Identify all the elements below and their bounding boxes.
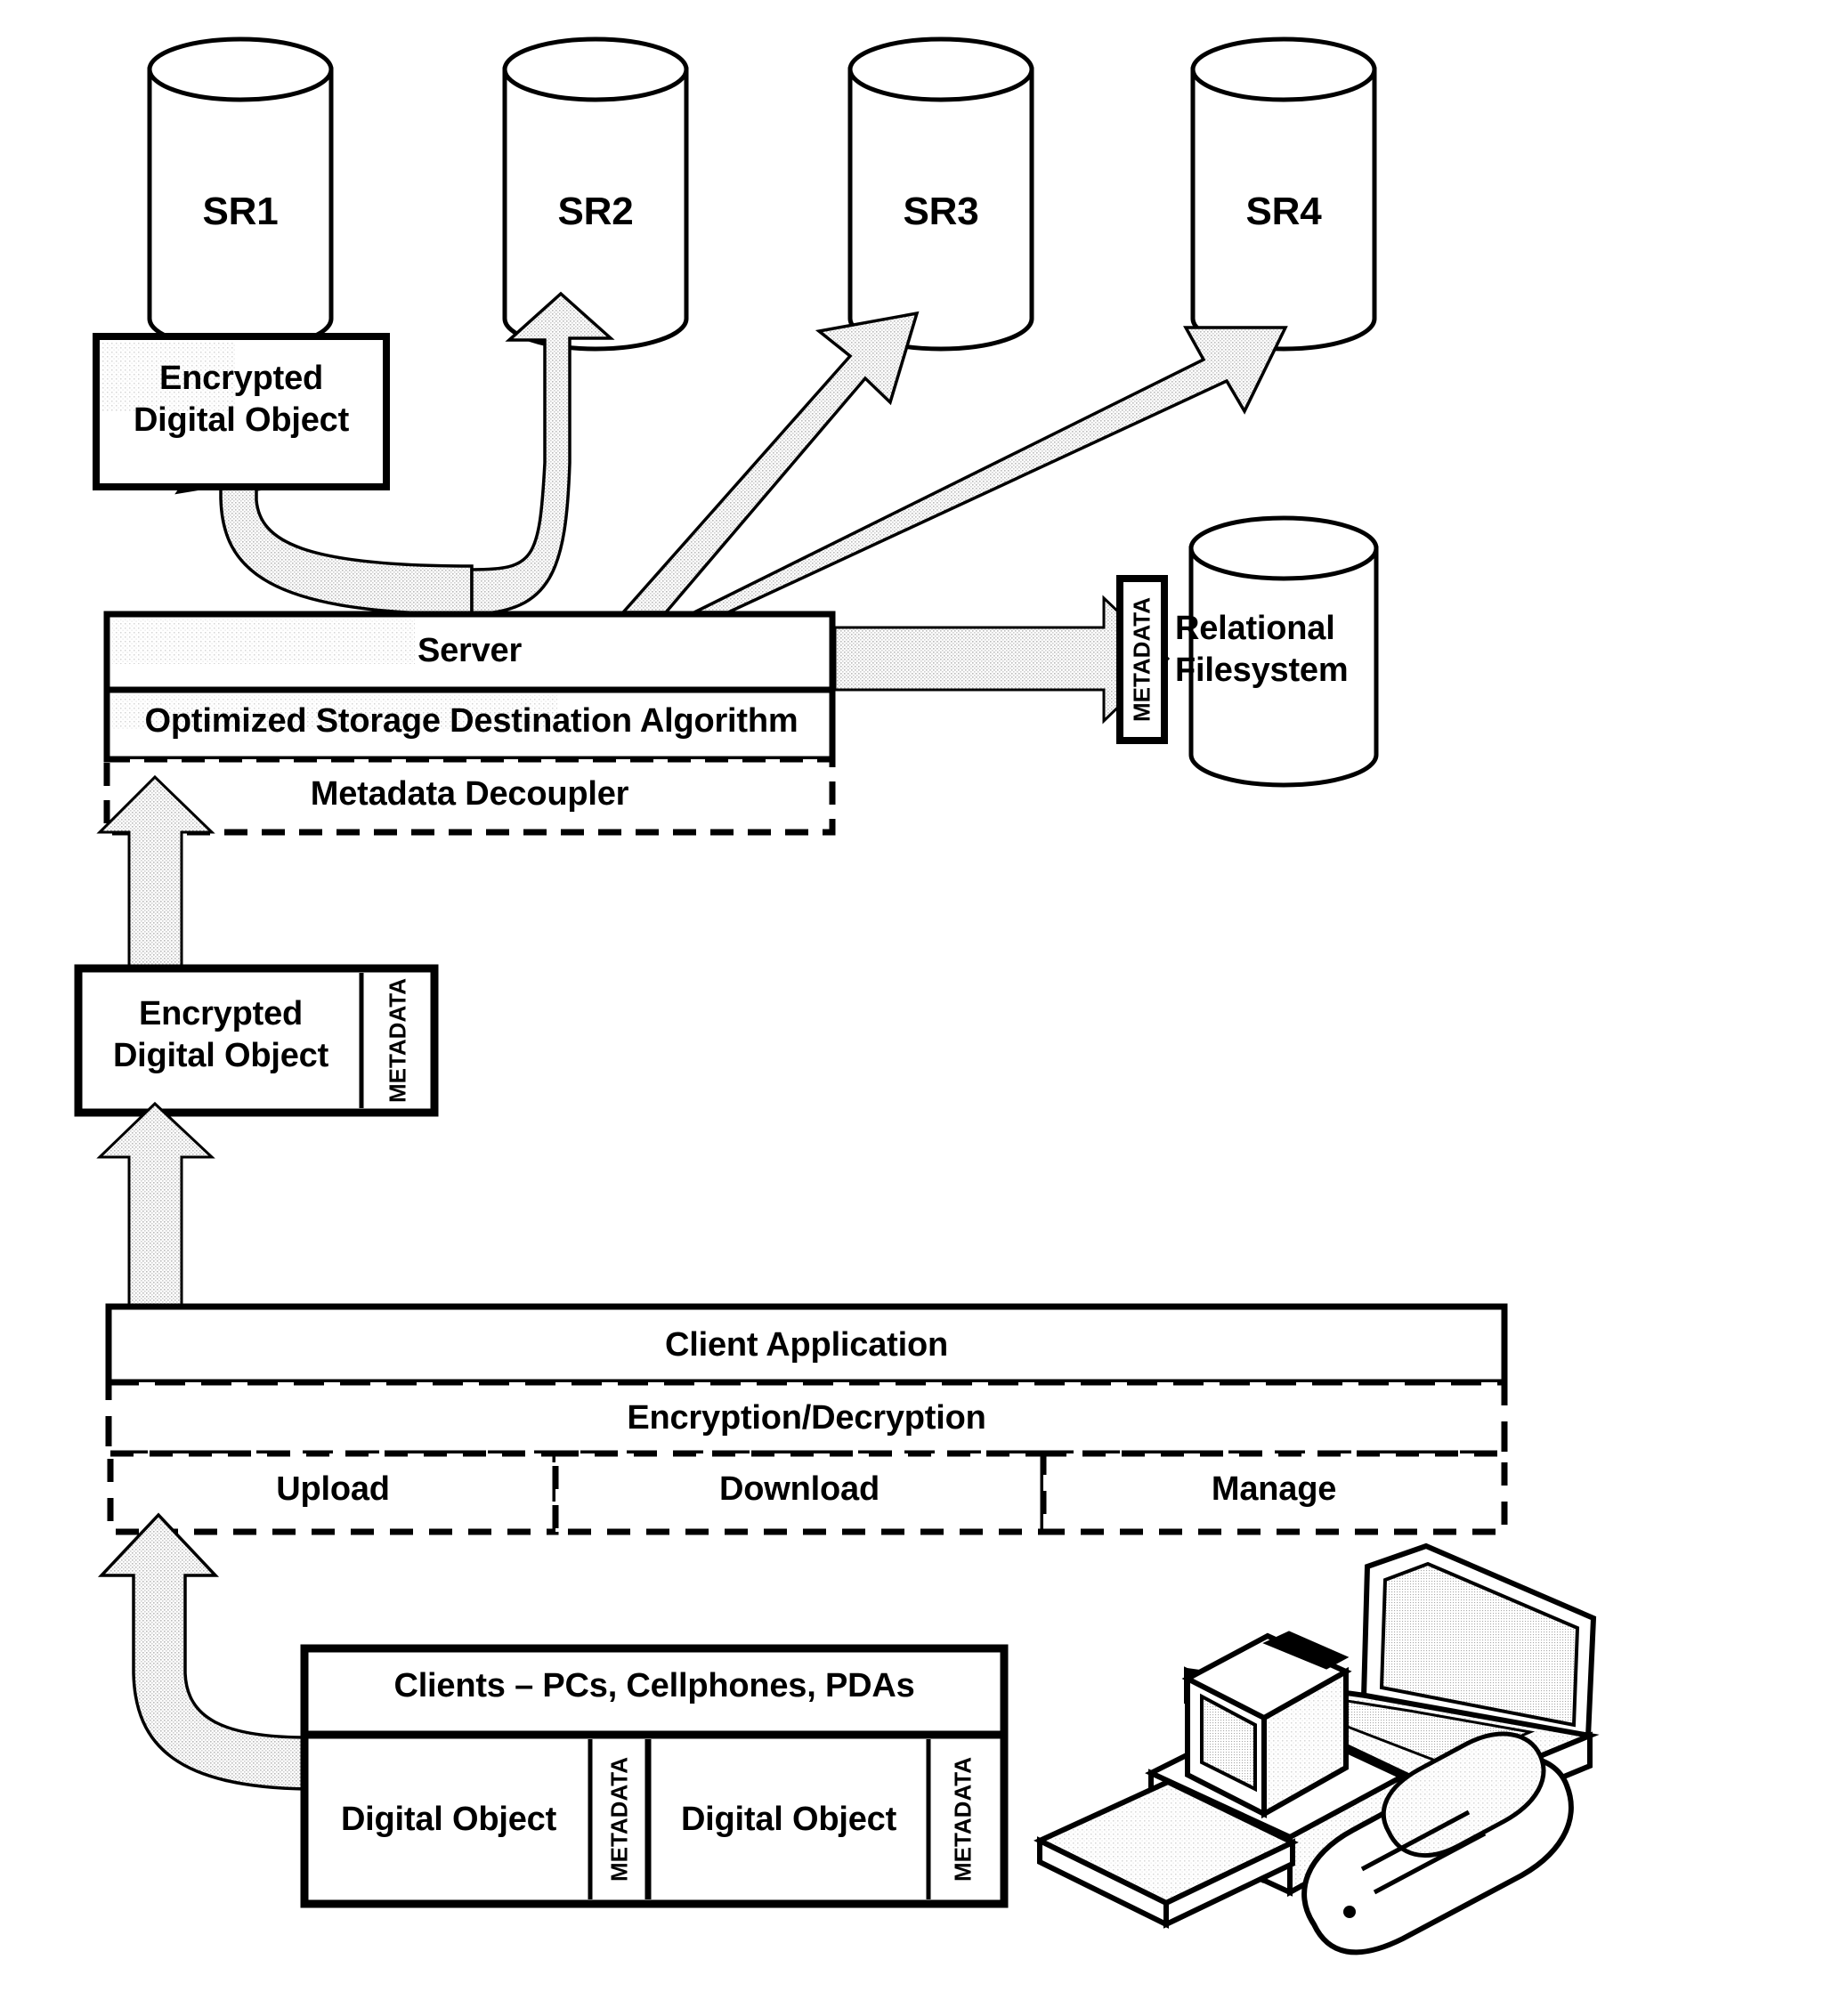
label-sr1: SR1 [202,190,279,233]
label-relational-filesystem-line1: Relational [1175,610,1335,647]
label-client-application: Client Application [665,1326,948,1364]
label-sr2: SR2 [557,190,634,233]
label-client-digital-object-2: Digital Object [680,1801,897,1838]
arrow-server-to-sr3 [620,311,920,614]
label-clients-title: Clients – PCs, Cellphones, PDAs [393,1667,915,1704]
label-metadata-encrypted-object-mid: METADATA [384,977,411,1104]
label-manage: Manage [1211,1470,1337,1508]
arrow-clients-to-clientapp [97,1512,309,1791]
label-encrypted-object-top-line2: Digital Object [133,401,350,439]
label-client-metadata-1: METADATA [605,1756,633,1882]
label-relational-filesystem-line2: Filesystem [1175,652,1349,689]
storage-cylinders [147,36,1377,352]
diagram-canvas: SR1 SR2 SR3 SR4 Encrypted Digital Object… [0,0,1824,2016]
label-client-metadata-2: METADATA [949,1756,977,1882]
label-server-algorithm: Optimized Storage Destination Algorithm [144,702,799,740]
label-upload: Upload [276,1470,390,1508]
label-metadata-filesystem: METADATA [1128,596,1155,723]
label-sr3: SR3 [903,190,979,233]
label-download: Download [719,1470,880,1508]
label-encrypted-object-mid-line1: Encrypted [138,995,304,1032]
label-encrypted-object-mid-line2: Digital Object [112,1037,329,1074]
label-server-title: Server [417,632,523,669]
label-encrypted-object-top-line1: Encrypted [158,360,324,397]
devices-illustration [1034,1542,1600,1955]
label-encryption-decryption: Encryption/Decryption [627,1399,986,1437]
arrow-clientapp-to-encobj [96,1101,215,1310]
label-sr4: SR4 [1245,190,1322,233]
label-client-digital-object-1: Digital Object [340,1801,557,1838]
label-metadata-decoupler: Metadata Decoupler [310,775,629,813]
